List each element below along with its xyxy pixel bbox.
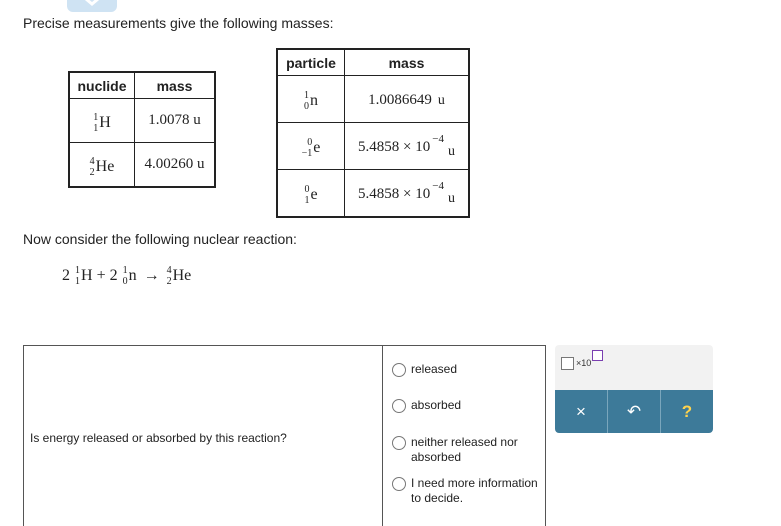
answer-toolbox: ×10 × ↶ ? <box>555 345 713 433</box>
neutron-mass: 1.0086649 u <box>344 75 470 123</box>
intro-text: Precise measurements give the following … <box>23 15 334 31</box>
consider-text: Now consider the following nuclear react… <box>23 231 297 247</box>
helium-nuclide: 4 2 He <box>89 155 115 178</box>
clear-button[interactable]: × <box>555 390 608 433</box>
option-neither[interactable]: neither released nor absorbed <box>392 435 526 465</box>
hydrogen-nuclide: 11H <box>93 111 111 134</box>
collapse-arrow-tab[interactable] <box>67 0 117 12</box>
electron-mass: 5.4858 × 10 −4u <box>344 122 470 170</box>
scientific-notation-button[interactable]: ×10 <box>561 350 604 370</box>
nuclide-mass-table: nuclide mass 11H 1.0078 u 4 2 He 4.00260 u <box>68 71 216 188</box>
reactant-hydrogen: 11H <box>75 265 93 287</box>
question-table: Is energy released or absorbed by this r… <box>23 345 546 526</box>
mass-header: mass <box>344 48 470 76</box>
particle-mass-table: particle mass 10n 1.0086649 u 0 −1 e 5.4858… <box>276 48 470 218</box>
positron-mass: 5.4858 × 10 −4u <box>344 169 470 218</box>
nuclide-header: nuclide <box>68 71 135 99</box>
question-text: Is energy released or absorbed by this r… <box>30 431 287 445</box>
nuclear-reaction-equation: 2 11H + 2 10n → 4 2 He <box>62 265 192 287</box>
reaction-arrow: → <box>143 267 160 284</box>
option-released[interactable]: released <box>392 362 457 377</box>
exponent-box <box>592 350 604 361</box>
table-row: 01e 5.4858 × 10 −4u <box>276 169 470 218</box>
neutron-particle: 10n <box>304 90 318 112</box>
electron-particle: 0 −1 e <box>301 137 321 159</box>
radio-released[interactable] <box>392 363 406 377</box>
plus-sign: + <box>96 267 106 284</box>
radio-absorbed[interactable] <box>392 399 406 413</box>
help-button[interactable]: ? <box>661 390 713 433</box>
radio-neither[interactable] <box>392 436 406 450</box>
helium-mass: 4.00260 u <box>134 142 216 188</box>
reactant-neutron: 10n <box>122 265 137 287</box>
option-absorbed[interactable]: absorbed <box>392 398 461 413</box>
table-row: 0 −1 e 5.4858 × 10 −4u <box>276 122 470 170</box>
particle-header: particle <box>276 48 345 76</box>
mass-header: mass <box>134 71 216 99</box>
product-helium: 4 2 He <box>166 265 192 287</box>
mantissa-box <box>561 357 574 370</box>
positron-particle: 01e <box>304 184 318 206</box>
hydrogen-mass: 1.0078 u <box>134 98 216 143</box>
table-row: 10n 1.0086649 u <box>276 75 470 123</box>
option-need-info[interactable]: I need more information to decide. <box>392 476 551 506</box>
chevron-down-icon <box>85 0 99 6</box>
table-row: 4 2 He 4.00260 u <box>68 142 216 188</box>
radio-need-info[interactable] <box>392 477 406 491</box>
undo-button[interactable]: ↶ <box>608 390 661 433</box>
table-row: 11H 1.0078 u <box>68 98 216 143</box>
